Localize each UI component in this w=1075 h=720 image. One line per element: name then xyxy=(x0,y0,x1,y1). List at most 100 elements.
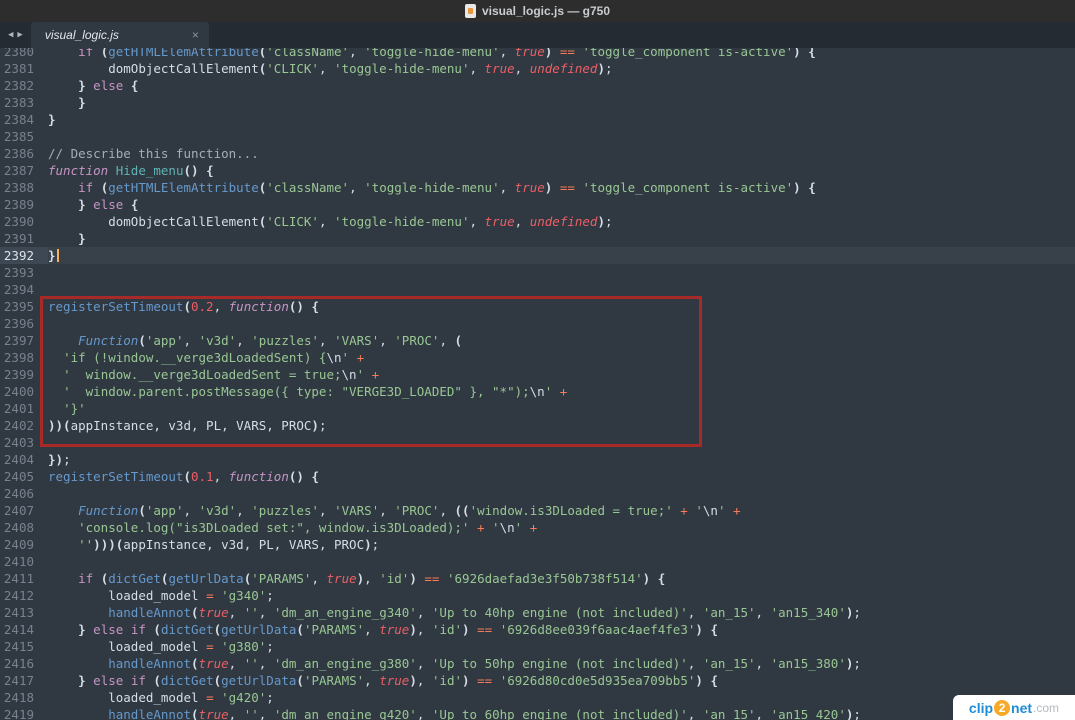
line-number: 2414 xyxy=(3,622,34,637)
line-number: 2392 xyxy=(0,247,48,264)
tab-visual-logic[interactable]: visual_logic.js × xyxy=(30,22,209,48)
code-line[interactable]: 2416 handleAnnot(true, '', 'dm_an_engine… xyxy=(0,655,1075,672)
line-number: 2419 xyxy=(3,707,34,720)
code-line[interactable]: 2402))(appInstance, v3d, PL, VARS, PROC)… xyxy=(0,417,1075,434)
code-line[interactable]: 2387 function Hide_menu() { xyxy=(0,162,1075,179)
line-number: 2409 xyxy=(3,537,34,552)
code-text: loaded_model = 'g380'; xyxy=(108,639,274,654)
watermark-text: net xyxy=(1011,699,1033,716)
code-text: 'console.log("is3DLoaded set:", window.i… xyxy=(78,520,538,535)
code-line[interactable]: 2419 handleAnnot(true, '', 'dm_an_engine… xyxy=(0,706,1075,720)
line-number: 2405 xyxy=(3,469,34,484)
code-line[interactable]: 2398 'if (!window.__verge3dLoadedSent) {… xyxy=(0,349,1075,366)
code-line[interactable]: 2391 } xyxy=(0,230,1075,247)
code-text: ' window.__verge3dLoadedSent = true;\n' … xyxy=(63,367,380,382)
code-text: '}' xyxy=(63,401,86,416)
code-line[interactable]: 2410 xyxy=(0,553,1075,570)
code-line[interactable]: 2393 xyxy=(0,264,1075,281)
line-number: 2391 xyxy=(3,231,34,246)
code-text: } xyxy=(48,247,1075,264)
watermark-badge: 2 xyxy=(994,699,1011,716)
code-line[interactable]: 2417 } else if (dictGet(getUrlData('PARA… xyxy=(0,672,1075,689)
code-line[interactable]: 2394 xyxy=(0,281,1075,298)
code-text: handleAnnot(true, '', 'dm_an_engine_g340… xyxy=(108,605,861,620)
back-arrow-icon[interactable]: ◀ xyxy=(8,30,13,40)
code-line[interactable]: 2403 xyxy=(0,434,1075,451)
text-cursor xyxy=(56,249,59,262)
code-text: handleAnnot(true, '', 'dm_an_engine_g420… xyxy=(108,707,861,720)
code-text: } else if (dictGet(getUrlData('PARAMS', … xyxy=(78,673,718,688)
code-line[interactable]: 2388 if (getHTMLElemAttribute('className… xyxy=(0,179,1075,196)
code-text: if (getHTMLElemAttribute('className', 't… xyxy=(78,48,816,59)
code-text: registerSetTimeout(0.2, function() { xyxy=(48,299,319,314)
code-line[interactable]: 2401 '}' xyxy=(0,400,1075,417)
code-line[interactable]: 2380 if (getHTMLElemAttribute('className… xyxy=(0,48,1075,60)
code-line[interactable]: 2411 if (dictGet(getUrlData('PARAMS', tr… xyxy=(0,570,1075,587)
code-text: '')))(appInstance, v3d, PL, VARS, PROC); xyxy=(78,537,380,552)
code-line[interactable]: 2386 // Describe this function... xyxy=(0,145,1075,162)
code-text: 'if (!window.__verge3dLoadedSent) {\n' + xyxy=(63,350,365,365)
code-line[interactable]: 2381 domObjectCallElement('CLICK', 'togg… xyxy=(0,60,1075,77)
code-text: ))(appInstance, v3d, PL, VARS, PROC); xyxy=(48,418,327,433)
code-line[interactable]: 2405 registerSetTimeout(0.1, function() { xyxy=(0,468,1075,485)
code-editor[interactable]: 2380 if (getHTMLElemAttribute('className… xyxy=(0,48,1075,720)
code-line[interactable]: 2413 handleAnnot(true, '', 'dm_an_engine… xyxy=(0,604,1075,621)
code-text: domObjectCallElement('CLICK', 'toggle-hi… xyxy=(108,61,613,76)
code-line[interactable]: 2395 registerSetTimeout(0.2, function() { xyxy=(0,298,1075,315)
code-line[interactable]: 2397 Function('app', 'v3d', 'puzzles', '… xyxy=(0,332,1075,349)
code-line[interactable]: 2409 '')))(appInstance, v3d, PL, VARS, P… xyxy=(0,536,1075,553)
code-line[interactable]: 2408 'console.log("is3DLoaded set:", win… xyxy=(0,519,1075,536)
code-line[interactable]: 2418 loaded_model = 'g420'; xyxy=(0,689,1075,706)
line-number: 2380 xyxy=(3,48,34,59)
tab-bar: ◀ ▶ visual_logic.js × xyxy=(0,22,1075,48)
forward-arrow-icon[interactable]: ▶ xyxy=(17,30,22,40)
code-line[interactable]: 2406 xyxy=(0,485,1075,502)
line-number: 2396 xyxy=(3,316,34,331)
code-line[interactable]: 2404}); xyxy=(0,451,1075,468)
line-number: 2389 xyxy=(3,197,34,212)
code-text: loaded_model = 'g420'; xyxy=(108,690,274,705)
code-line[interactable]: 2407 Function('app', 'v3d', 'puzzles', '… xyxy=(0,502,1075,519)
clip2net-watermark[interactable]: clip 2 net .com xyxy=(953,695,1075,720)
code-text: } xyxy=(48,112,56,127)
line-number: 2416 xyxy=(3,656,34,671)
code-text: handleAnnot(true, '', 'dm_an_engine_g380… xyxy=(108,656,861,671)
line-number: 2400 xyxy=(3,384,34,399)
code-line[interactable]: 2390 domObjectCallElement('CLICK', 'togg… xyxy=(0,213,1075,230)
code-text: } else if (dictGet(getUrlData('PARAMS', … xyxy=(78,622,718,637)
code-text: if (getHTMLElemAttribute('className', 't… xyxy=(78,180,816,195)
code-line[interactable]: 2399 ' window.__verge3dLoadedSent = true… xyxy=(0,366,1075,383)
code-line[interactable]: 2384} xyxy=(0,111,1075,128)
code-line[interactable]: 2412 loaded_model = 'g340'; xyxy=(0,587,1075,604)
code-text: Function('app', 'v3d', 'puzzles', 'VARS'… xyxy=(78,503,741,518)
line-number: 2410 xyxy=(3,554,34,569)
title-bar: visual_logic.js — g750 xyxy=(0,0,1075,22)
code-text: registerSetTimeout(0.1, function() { xyxy=(48,469,319,484)
line-number: 2404 xyxy=(3,452,34,467)
code-line[interactable]: 2414 } else if (dictGet(getUrlData('PARA… xyxy=(0,621,1075,638)
code-line[interactable]: 2385 xyxy=(0,128,1075,145)
watermark-text: .com xyxy=(1033,700,1060,715)
window-title: visual_logic.js — g750 xyxy=(481,4,611,18)
code-line[interactable]: 2392} xyxy=(0,247,1075,264)
code-text: }); xyxy=(48,452,71,467)
code-text: } else { xyxy=(78,78,139,93)
code-line[interactable]: 2383 } xyxy=(0,94,1075,111)
editor-window: visual_logic.js — g750 ◀ ▶ visual_logic.… xyxy=(0,0,1075,720)
code-line[interactable]: 2400 ' window.parent.postMessage({ type:… xyxy=(0,383,1075,400)
line-number: 2385 xyxy=(3,129,34,144)
code-text: // Describe this function... xyxy=(48,146,259,161)
code-line[interactable]: 2396 xyxy=(0,315,1075,332)
watermark-text: clip xyxy=(968,699,994,716)
line-number: 2395 xyxy=(3,299,34,314)
code-line[interactable]: 2389 } else { xyxy=(0,196,1075,213)
tab-close-icon[interactable]: × xyxy=(192,28,199,42)
code-text: domObjectCallElement('CLICK', 'toggle-hi… xyxy=(108,214,613,229)
code-line[interactable]: 2415 loaded_model = 'g380'; xyxy=(0,638,1075,655)
code-line[interactable]: 2382 } else { xyxy=(0,77,1075,94)
